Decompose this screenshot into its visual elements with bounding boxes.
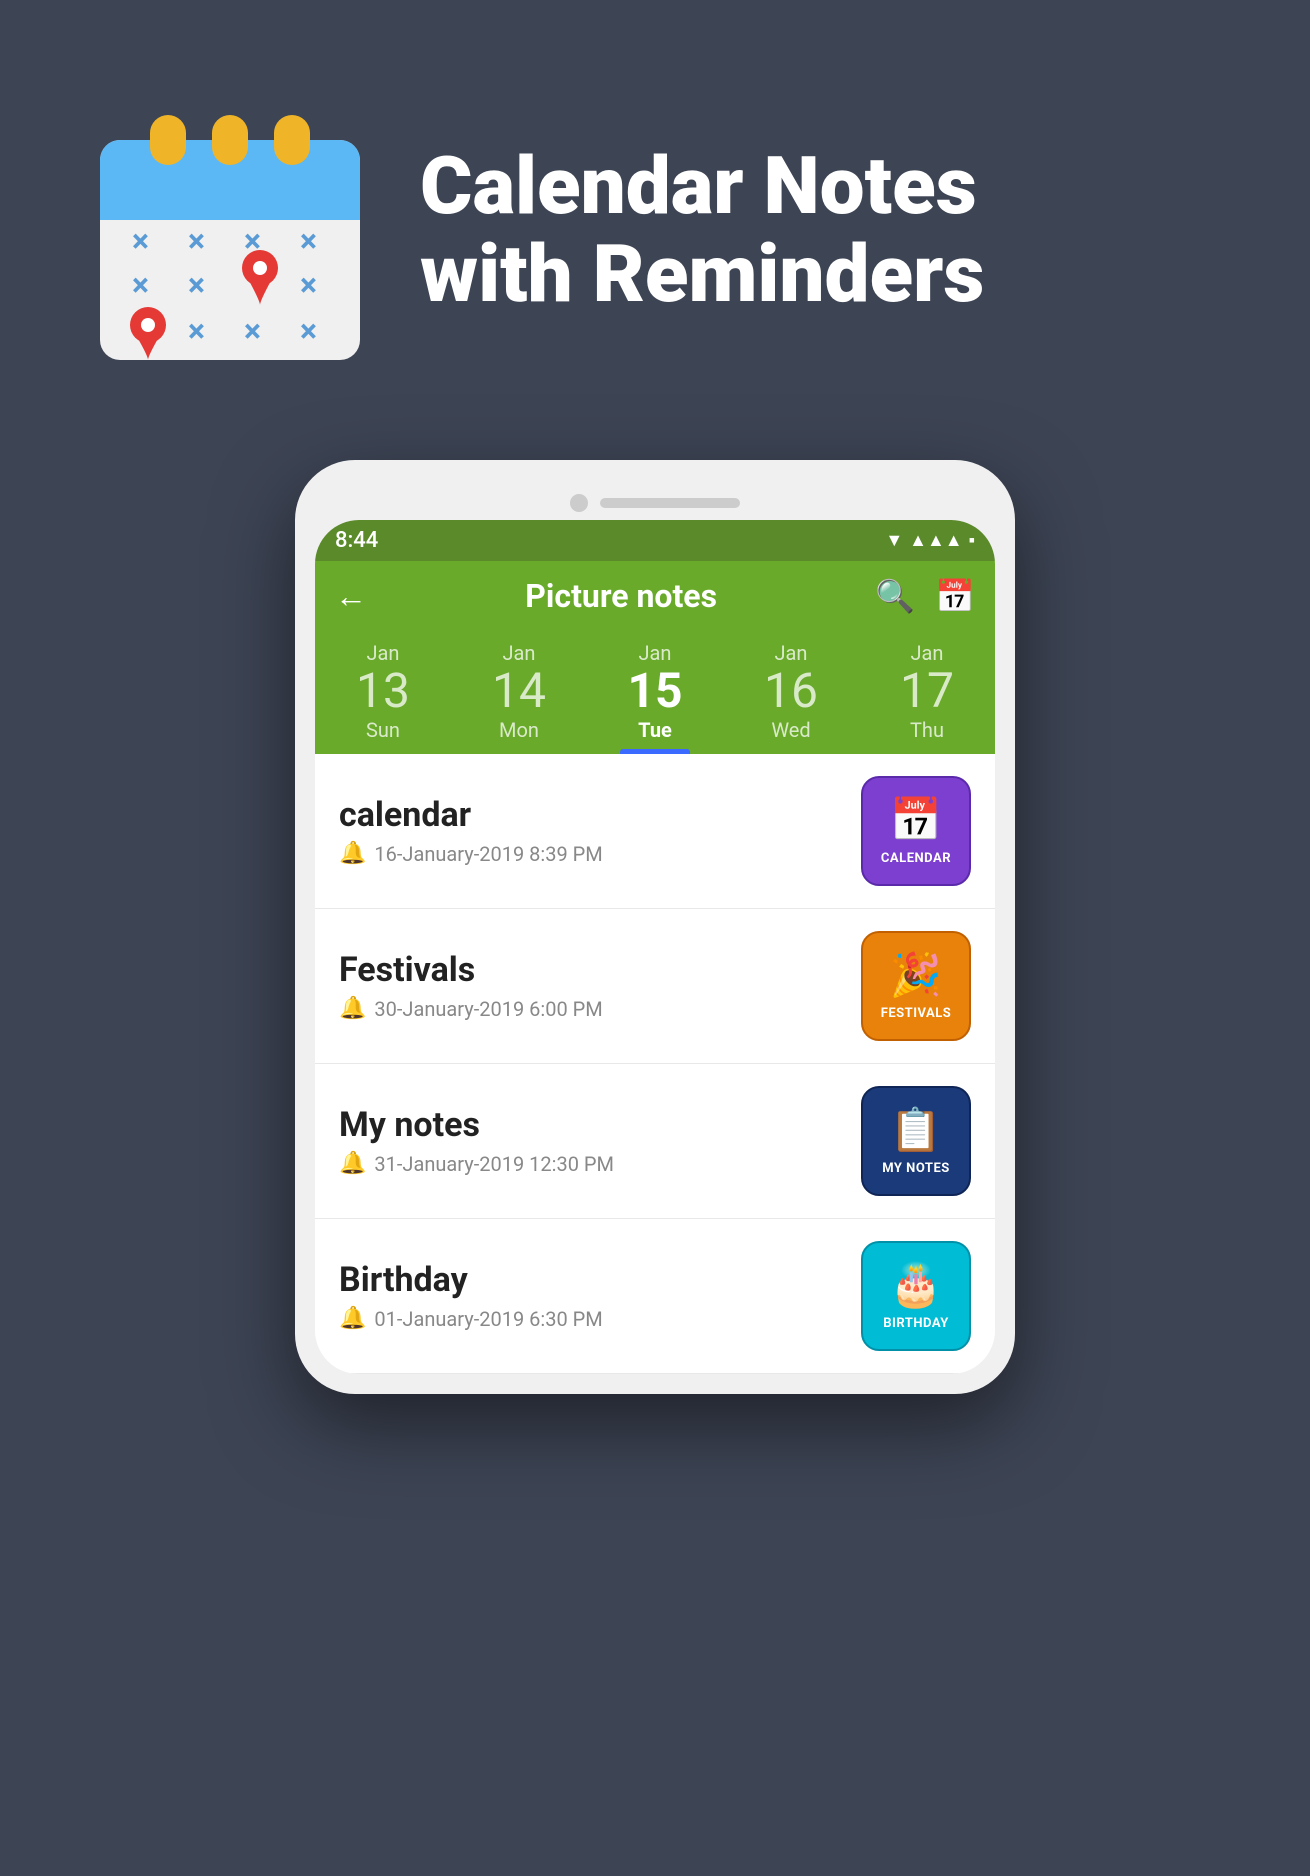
phone-inner: 8:44 ▼ ▲▲▲ ▪ ← Picture notes 🔍 📅 Jan: [315, 520, 995, 1374]
note-reminder-birthday: 🔔 01-January-2019 6:30 PM: [339, 1306, 841, 1331]
app-icon: × × × × × × × × × ×: [80, 80, 380, 380]
note-title-mynotes: My notes: [339, 1105, 841, 1145]
search-icon[interactable]: 🔍: [875, 577, 915, 615]
svg-text:×: ×: [188, 222, 205, 260]
wifi-icon: ▼: [885, 530, 903, 551]
note-title-birthday: Birthday: [339, 1260, 841, 1300]
badge-birthday[interactable]: 🎂 BIRTHDAY: [861, 1241, 971, 1351]
note-content-mynotes: My notes 🔔 31-January-2019 12:30 PM: [339, 1105, 841, 1176]
status-icons: ▼ ▲▲▲ ▪: [885, 530, 975, 551]
note-title-calendar: calendar: [339, 795, 841, 835]
svg-text:×: ×: [300, 222, 317, 260]
note-content-festivals: Festivals 🔔 30-January-2019 6:00 PM: [339, 950, 841, 1021]
note-item-calendar[interactable]: calendar 🔔 16-January-2019 8:39 PM 📅 Cal…: [315, 754, 995, 909]
note-title-festivals: Festivals: [339, 950, 841, 990]
phone-mockup-section: 8:44 ▼ ▲▲▲ ▪ ← Picture notes 🔍 📅 Jan: [0, 440, 1310, 1454]
hero-section: × × × × × × × × × × Calendar Notes with …: [0, 0, 1310, 440]
note-reminder-mynotes: 🔔 31-January-2019 12:30 PM: [339, 1151, 841, 1176]
battery-icon: ▪: [969, 530, 975, 551]
note-content-calendar: calendar 🔔 16-January-2019 8:39 PM: [339, 795, 841, 866]
note-reminder-calendar: 🔔 16-January-2019 8:39 PM: [339, 841, 841, 866]
date-item-thu[interactable]: Jan 17 Thu: [877, 641, 977, 754]
phone-top-bar: [315, 480, 995, 520]
bell-icon: 🔔: [339, 841, 366, 866]
note-item-birthday[interactable]: Birthday 🔔 01-January-2019 6:30 PM 🎂 BIR…: [315, 1219, 995, 1374]
hero-title: Calendar Notes with Reminders: [420, 142, 1230, 318]
svg-text:×: ×: [244, 312, 261, 350]
svg-text:×: ×: [300, 266, 317, 304]
back-icon[interactable]: ←: [335, 577, 367, 615]
note-reminder-festivals: 🔔 30-January-2019 6:00 PM: [339, 996, 841, 1021]
badge-calendar-icon: 📅: [890, 796, 942, 845]
date-item-mon[interactable]: Jan 14 Mon: [469, 641, 569, 754]
badge-calendar[interactable]: 📅 Calendar: [861, 776, 971, 886]
hero-text: Calendar Notes with Reminders: [420, 142, 1230, 318]
badge-festivals-icon: 🎉: [890, 951, 942, 1000]
status-bar: 8:44 ▼ ▲▲▲ ▪: [315, 520, 995, 561]
note-item-festivals[interactable]: Festivals 🔔 30-January-2019 6:00 PM 🎉 FE…: [315, 909, 995, 1064]
status-time: 8:44: [335, 528, 378, 553]
speaker-bar: [600, 498, 740, 508]
phone-outer: 8:44 ▼ ▲▲▲ ▪ ← Picture notes 🔍 📅 Jan: [295, 460, 1015, 1394]
date-item-wed[interactable]: Jan 16 Wed: [741, 641, 841, 754]
bell-icon-mynotes: 🔔: [339, 1151, 366, 1176]
app-bar-title: Picture notes: [387, 577, 855, 615]
svg-text:×: ×: [132, 266, 149, 304]
bell-icon-birthday: 🔔: [339, 1306, 366, 1331]
badge-mynotes-icon: 📋: [890, 1106, 942, 1155]
svg-text:×: ×: [188, 312, 205, 350]
notes-list: calendar 🔔 16-January-2019 8:39 PM 📅 Cal…: [315, 754, 995, 1374]
date-item-sun[interactable]: Jan 13 Sun: [333, 641, 433, 754]
note-content-birthday: Birthday 🔔 01-January-2019 6:30 PM: [339, 1260, 841, 1331]
svg-text:×: ×: [300, 312, 317, 350]
date-strip: Jan 13 Sun Jan 14 Mon Jan 15 Tue Jan 16: [315, 631, 995, 754]
svg-text:×: ×: [132, 222, 149, 260]
note-item-mynotes[interactable]: My notes 🔔 31-January-2019 12:30 PM 📋 MY…: [315, 1064, 995, 1219]
calendar-icon[interactable]: 📅: [935, 577, 975, 615]
svg-text:×: ×: [188, 266, 205, 304]
signal-icon: ▲▲▲: [909, 530, 962, 551]
date-item-tue[interactable]: Jan 15 Tue: [605, 641, 705, 754]
app-bar: ← Picture notes 🔍 📅: [315, 561, 995, 631]
badge-mynotes[interactable]: 📋 MY NOTES: [861, 1086, 971, 1196]
camera-dot: [570, 494, 588, 512]
bell-icon-festivals: 🔔: [339, 996, 366, 1021]
badge-birthday-icon: 🎂: [890, 1261, 942, 1310]
badge-festivals[interactable]: 🎉 FESTIVALS: [861, 931, 971, 1041]
